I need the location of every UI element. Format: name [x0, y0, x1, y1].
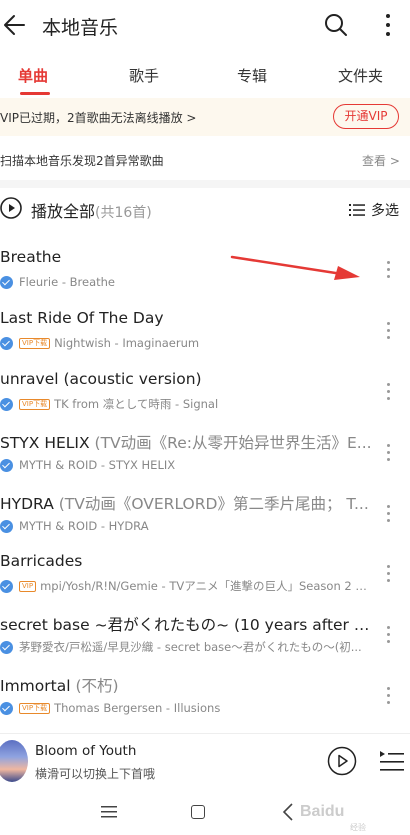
tab-folders[interactable]: 文件夹 [338, 65, 383, 86]
system-nav-bar [0, 790, 410, 835]
song-title: Barricades [0, 552, 83, 570]
song-artist-album: Thomas Bergersen - Illusions [54, 701, 221, 715]
song-meta-row: VIP下载 TK from 凛として時雨 - Signal [0, 396, 372, 412]
song-more-icon[interactable] [383, 433, 393, 473]
baidu-watermark: Baidu [300, 803, 345, 820]
search-icon[interactable] [324, 13, 348, 37]
song-artist-album: mpi/Yosh/R!N/Gemie - TVアニメ「進撃の巨人」Season … [40, 579, 372, 593]
page-title: 本地音乐 [42, 17, 119, 39]
tab-bar: 单曲 歌手 专辑 文件夹 [0, 56, 410, 96]
view-link[interactable]: 查看 > [362, 152, 400, 169]
mini-player[interactable]: Bloom of Youth 横滑可以切换上下首哦 [0, 733, 410, 787]
vip-download-badge: VIP下载 [19, 398, 51, 410]
vip-badge: VIP [19, 580, 37, 592]
song-title: HYDRA (TV动画《OVERLORD》第二季片尾曲； T... [0, 495, 369, 513]
tab-artists[interactable]: 歌手 [129, 65, 159, 86]
downloaded-check-icon [0, 275, 13, 289]
song-row[interactable]: secret base ~君がくれたもの~ (10 years after Ve… [0, 613, 410, 674]
play-circle-icon[interactable] [0, 197, 22, 219]
song-artist-album: MYTH & ROID - STYX HELIX [19, 458, 176, 472]
play-all-label: 播放全部 [31, 202, 96, 221]
song-more-icon[interactable] [383, 554, 393, 594]
vip-expired-banner[interactable]: VIP已过期，2首歌曲无法离线播放 > 开通VIP [0, 98, 410, 136]
song-artist-album: Nightwish - Imaginaerum [54, 336, 200, 350]
vip-download-badge: VIP下载 [19, 702, 51, 714]
song-title: secret base ~君がくれたもの~ (10 years after Ve… [0, 616, 372, 634]
downloaded-check-icon [0, 397, 13, 411]
downloaded-check-icon [0, 701, 13, 715]
scan-notice-text: 扫描本地音乐发现2首异常歌曲 [0, 154, 164, 168]
song-row[interactable]: Barricades VIP mpi/Yosh/R!N/Gemie - TVアニ… [0, 552, 410, 613]
list-icon [349, 204, 365, 216]
swipe-hint: 横滑可以切换上下首哦 [35, 767, 156, 781]
playlist-icon[interactable] [379, 748, 405, 774]
song-artist-album: MYTH & ROID - HYDRA [19, 519, 149, 533]
play-icon[interactable] [327, 746, 357, 776]
activate-vip-button[interactable]: 开通VIP [333, 104, 399, 129]
tab-albums[interactable]: 专辑 [237, 65, 267, 86]
song-row[interactable]: Immortal (不朽) VIP下载 Thomas Bergersen - I… [0, 674, 410, 735]
song-more-icon[interactable] [383, 615, 393, 655]
play-all-row: 播放全部(共16首) 多选 [0, 192, 410, 228]
song-count: (共16首) [95, 205, 152, 221]
song-more-icon[interactable] [383, 250, 393, 290]
nav-back-icon[interactable] [282, 803, 294, 821]
vip-expired-text: VIP已过期，2首歌曲无法离线播放 > [0, 111, 197, 125]
section-divider [0, 180, 410, 188]
multi-select-label: 多选 [371, 203, 399, 219]
annotation-arrow [230, 255, 360, 280]
song-title: Last Ride Of The Day [0, 309, 164, 327]
play-all-button[interactable]: 播放全部(共16首) [31, 198, 152, 222]
song-meta-row: VIP下载 Thomas Bergersen - Illusions [0, 700, 372, 716]
menu-icon[interactable] [101, 806, 117, 818]
multi-select-button[interactable]: 多选 [349, 200, 399, 220]
tab-songs[interactable]: 单曲 [18, 65, 48, 86]
song-meta-row: 茅野愛衣/戸松遥/早見沙織 - secret base～君がくれたもの～(初..… [0, 639, 372, 655]
downloaded-check-icon [0, 579, 13, 593]
scan-notice-row[interactable]: 扫描本地音乐发现2首异常歌曲 查看 > [0, 140, 410, 178]
song-meta-row: VIP mpi/Yosh/R!N/Gemie - TVアニメ「進撃の巨人」Sea… [0, 578, 372, 594]
song-row[interactable]: unravel (acoustic version) VIP下载 TK from… [0, 370, 410, 431]
home-icon[interactable] [191, 805, 205, 819]
downloaded-check-icon [0, 640, 13, 654]
song-row[interactable]: STYX HELIX (TV动画《Re:从零开始异世界生活》E... MYTH … [0, 431, 410, 492]
song-title: unravel (acoustic version) [0, 370, 202, 388]
song-more-icon[interactable] [383, 311, 393, 351]
song-row[interactable]: HYDRA (TV动画《OVERLORD》第二季片尾曲； T... MYTH &… [0, 492, 410, 553]
active-tab-indicator [20, 92, 50, 95]
song-artist-album: 茅野愛衣/戸松遥/早見沙織 - secret base～君がくれたもの～(初..… [19, 640, 362, 654]
baidu-watermark-sub: 经验 [350, 823, 366, 832]
song-more-icon[interactable] [383, 372, 393, 412]
back-arrow-icon[interactable] [2, 12, 28, 38]
song-meta-row: VIP下载 Nightwish - Imaginaerum [0, 335, 372, 351]
song-title: Immortal (不朽) [0, 677, 119, 695]
downloaded-check-icon [0, 336, 13, 350]
song-title: STYX HELIX (TV动画《Re:从零开始异世界生活》E... [0, 434, 372, 452]
song-more-icon[interactable] [383, 676, 393, 716]
album-cover[interactable] [0, 740, 28, 782]
downloaded-check-icon [0, 458, 13, 472]
song-artist-album: TK from 凛として時雨 - Signal [54, 397, 219, 411]
song-meta-row: MYTH & ROID - HYDRA [0, 518, 372, 534]
song-more-icon[interactable] [383, 494, 393, 534]
app-header: 本地音乐 [0, 0, 410, 52]
song-meta-row: MYTH & ROID - STYX HELIX [0, 457, 372, 473]
song-artist-album: Fleurie - Breathe [19, 275, 115, 289]
song-row[interactable]: Last Ride Of The Day VIP下载 Nightwish - I… [0, 309, 410, 370]
downloaded-check-icon [0, 519, 13, 533]
more-vertical-icon[interactable] [383, 12, 393, 38]
now-playing-title: Bloom of Youth [35, 743, 137, 759]
vip-download-badge: VIP下载 [19, 337, 51, 349]
